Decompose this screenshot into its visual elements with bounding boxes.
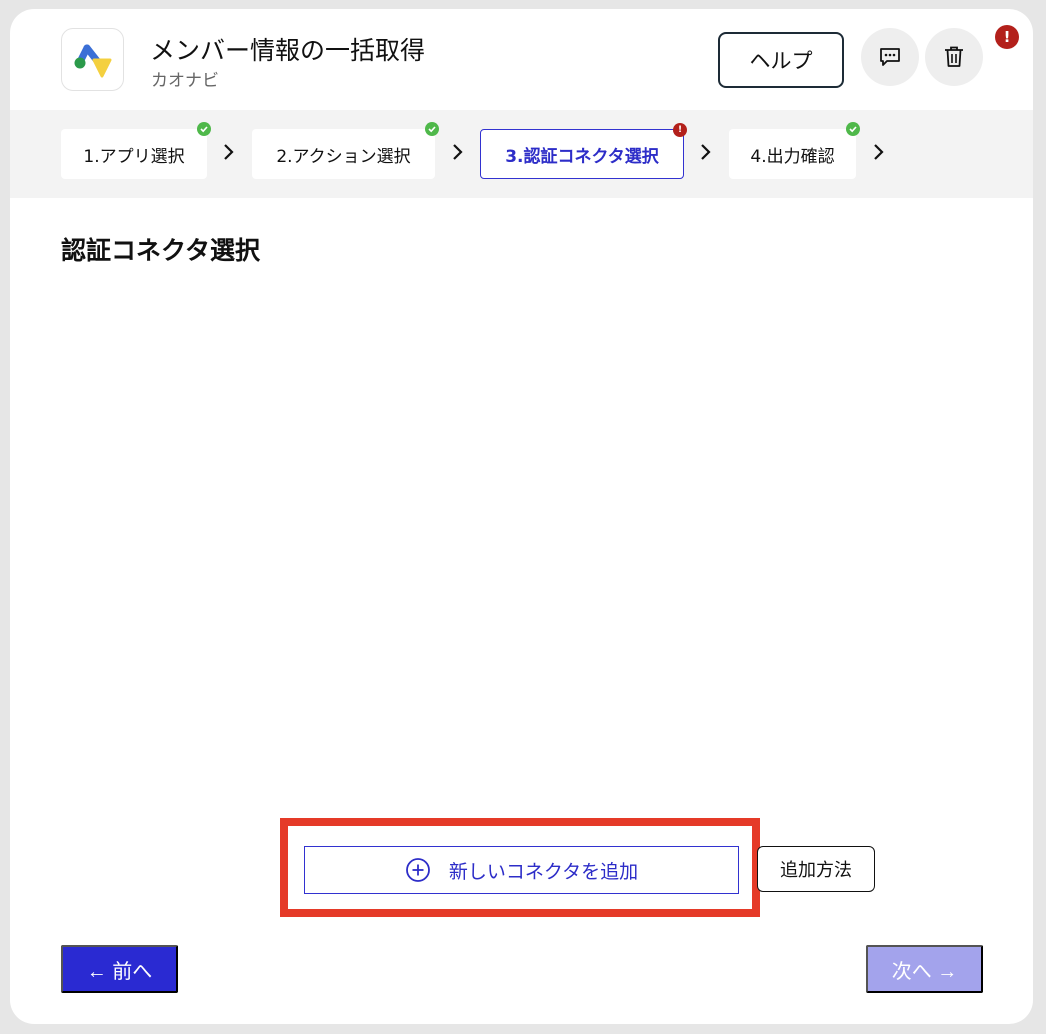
chevron-right-icon [222,141,236,163]
step-label: 2.アクション選択 [276,146,411,167]
prev-button[interactable]: ← 前へ [61,945,178,993]
step-label: 1.アプリ選択 [83,146,185,167]
add-connector-label: 新しいコネクタを追加 [448,861,639,883]
step-app-select[interactable]: 1.アプリ選択 [61,122,211,179]
stepper: 1.アプリ選択 2.アクション選択 3.認証コネクタ選択 ! 4.出力確認 [10,110,1033,198]
app-logo [61,28,124,91]
app-card: メンバー情報の一括取得 カオナビ ヘルプ ! 1.アプリ選択 2.アクション選択… [10,9,1033,1024]
step-label: 4.出力確認 [750,146,835,167]
step-connector-select[interactable]: 3.認証コネクタ選択 ! [480,123,687,179]
howto-button[interactable]: 追加方法 [757,846,875,892]
check-icon [425,122,439,136]
error-icon: ! [673,123,687,137]
comment-icon [880,48,900,66]
app-subtitle: カオナビ [151,71,219,91]
delete-button[interactable] [925,28,983,86]
add-connector-button[interactable]: 新しいコネクタを追加 [304,846,739,894]
app-logo-icon [74,44,111,77]
chevron-right-icon [451,141,465,163]
step-output-confirm[interactable]: 4.出力確認 [729,122,860,179]
step-action-select[interactable]: 2.アクション選択 [252,122,439,179]
plus-circle-icon [405,858,430,882]
help-button[interactable]: ヘルプ [718,32,844,88]
next-button[interactable]: 次へ → [866,945,983,993]
chevron-right-icon [699,141,713,163]
check-icon [846,122,860,136]
trash-icon [945,46,963,67]
chevron-right-icon [872,141,886,163]
alert-icon: ! [995,25,1019,49]
check-icon [197,122,211,136]
step-label: 3.認証コネクタ選択 [505,146,659,167]
comment-button[interactable] [861,28,919,86]
section-title: 認証コネクタ選択 [61,236,261,265]
app-title: メンバー情報の一括取得 [150,36,426,65]
